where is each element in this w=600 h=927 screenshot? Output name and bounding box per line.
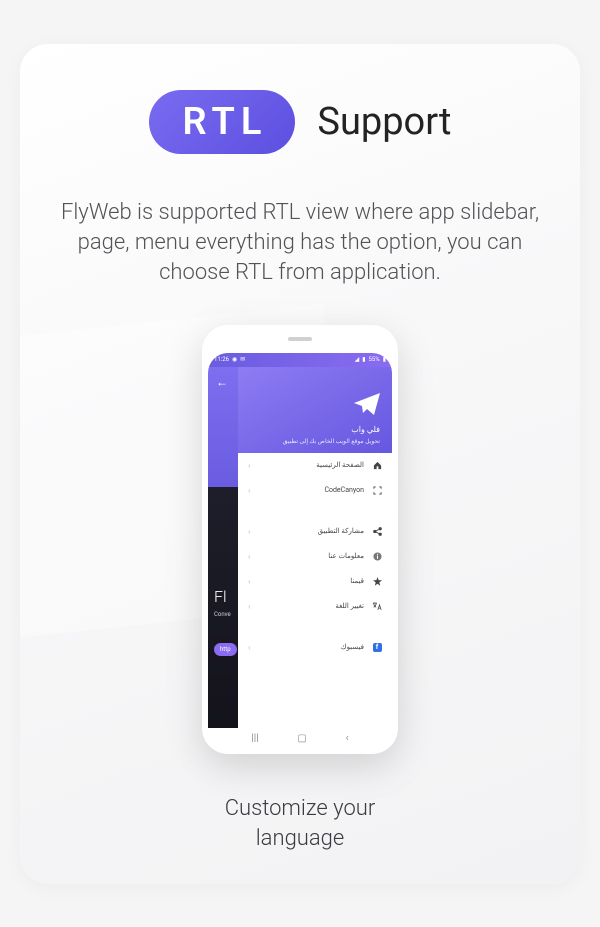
star-icon xyxy=(372,577,382,586)
navigation-drawer: فلي واب تحويل موقع الويب الخاص بك إلى تط… xyxy=(238,367,392,729)
status-time: 11:26 xyxy=(214,356,229,363)
menu-item-codecanyon[interactable]: CodeCanyon ‹ xyxy=(238,478,392,503)
drawer-header: فلي واب تحويل موقع الويب الخاص بك إلى تط… xyxy=(238,367,392,453)
menu-label: قيمنا xyxy=(350,577,364,585)
menu-item-share[interactable]: مشاركة التطبيق ‹ xyxy=(238,519,392,544)
menu-item-facebook[interactable]: f فيسبوك ‹ xyxy=(238,635,392,660)
signal-icon: ▮ xyxy=(362,356,365,363)
menu-item-language[interactable]: تغيير اللغة ‹ xyxy=(238,594,392,619)
caption-line-1: Customize your xyxy=(225,794,376,824)
background-pill: http xyxy=(214,643,237,656)
scan-icon xyxy=(372,486,382,495)
menu-item-home[interactable]: الصفحة الرئيسية ‹ xyxy=(238,453,392,478)
phone-screen: 11:26 ◉ ✉ ◢ ▮ 55% ▮ ← Fl Conve http xyxy=(208,353,392,749)
phone-speaker xyxy=(288,337,312,341)
menu-divider xyxy=(238,619,392,635)
chevron-left-icon: ‹ xyxy=(248,577,250,586)
chevron-left-icon: ‹ xyxy=(248,602,250,611)
chevron-left-icon: ‹ xyxy=(248,643,250,652)
phone-mockup: 11:26 ◉ ✉ ◢ ▮ 55% ▮ ← Fl Conve http xyxy=(202,325,398,755)
menu-label: الصفحة الرئيسية xyxy=(316,461,364,469)
background-title: Fl xyxy=(214,587,227,606)
chevron-left-icon: ‹ xyxy=(248,486,250,495)
feature-card: RTL Support FlyWeb is supported RTL view… xyxy=(20,44,580,884)
chevron-left-icon: ‹ xyxy=(248,461,250,470)
status-left: 11:26 ◉ ✉ xyxy=(214,356,245,363)
home-icon xyxy=(372,461,382,470)
wifi-icon: ◢ xyxy=(355,356,360,363)
chevron-left-icon: ‹ xyxy=(248,552,250,561)
facebook-icon: f xyxy=(372,643,382,652)
menu-label: فيسبوك xyxy=(341,643,364,651)
share-icon xyxy=(372,527,382,536)
support-text: Support xyxy=(317,100,451,144)
status-bar: 11:26 ◉ ✉ ◢ ▮ 55% ▮ xyxy=(208,353,392,367)
recents-icon[interactable]: ||| xyxy=(251,733,258,744)
menu-label: CodeCanyon xyxy=(324,486,364,494)
app-body: ← Fl Conve http فلي واب تحويل موقع الويب… xyxy=(208,367,392,729)
android-navbar: ||| ▢ ‹ xyxy=(208,728,392,748)
background-app: ← Fl Conve http xyxy=(208,367,238,729)
message-icon: ✉ xyxy=(240,356,245,363)
camera-icon: ◉ xyxy=(232,356,237,363)
back-arrow-icon[interactable]: ← xyxy=(208,367,238,389)
menu-label: تغيير اللغة xyxy=(335,602,364,610)
battery-text: 55% xyxy=(369,356,380,363)
menu-list: الصفحة الرئيسية ‹ CodeCanyon ‹ xyxy=(238,453,392,729)
rtl-badge: RTL xyxy=(149,90,296,154)
chevron-left-icon: ‹ xyxy=(248,527,250,536)
status-right: ◢ ▮ 55% ▮ xyxy=(355,356,386,363)
background-subtitle: Conve xyxy=(214,611,231,618)
menu-item-about[interactable]: معلومات عنا ‹ xyxy=(238,544,392,569)
title-row: RTL Support xyxy=(149,90,452,154)
menu-divider xyxy=(238,503,392,519)
drawer-tagline: تحويل موقع الويب الخاص بك إلى تطبيق xyxy=(283,438,380,445)
menu-label: معلومات عنا xyxy=(328,552,364,560)
description-text: FlyWeb is supported RTL view where app s… xyxy=(55,198,545,289)
translate-icon xyxy=(372,602,382,611)
info-icon xyxy=(372,552,382,561)
menu-label: مشاركة التطبيق xyxy=(318,527,364,535)
drawer-app-name: فلي واب xyxy=(351,425,380,434)
back-nav-icon[interactable]: ‹ xyxy=(346,733,349,744)
home-nav-icon[interactable]: ▢ xyxy=(297,733,306,744)
battery-icon: ▮ xyxy=(383,356,386,363)
paper-plane-icon xyxy=(354,393,380,419)
caption-line-2: language xyxy=(225,824,376,854)
caption: Customize your language xyxy=(225,794,376,853)
menu-item-rate[interactable]: قيمنا ‹ xyxy=(238,569,392,594)
